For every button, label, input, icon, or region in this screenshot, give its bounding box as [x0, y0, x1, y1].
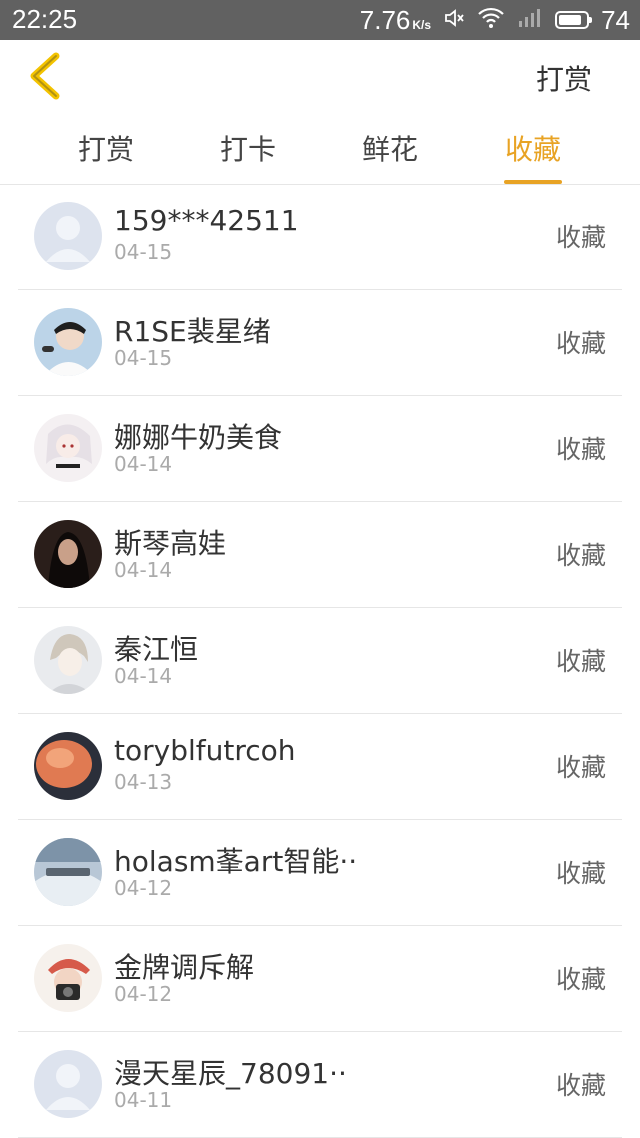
- avatar: [34, 1050, 102, 1118]
- item-date: 04-12: [114, 876, 173, 900]
- list-item[interactable]: 娜娜牛奶美食 04-14 收藏: [18, 396, 622, 502]
- user-name: R1SE裴星绪: [114, 315, 271, 348]
- item-date: 04-15: [114, 240, 173, 264]
- list-item[interactable]: R1SE裴星绪 04-15 收藏: [18, 290, 622, 396]
- item-action: 收藏: [555, 965, 606, 994]
- item-date: 04-11: [114, 1088, 173, 1112]
- tab-label: 收藏: [504, 133, 561, 166]
- avatar: [34, 838, 102, 906]
- list-item[interactable]: 秦江恒 04-14 收藏: [18, 608, 622, 714]
- avatar: [34, 626, 102, 694]
- item-action: 收藏: [555, 1071, 606, 1100]
- list-item[interactable]: 斯琴高娃 04-14 收藏: [18, 502, 622, 608]
- tab-label: 打赏: [77, 133, 134, 166]
- avatar: [34, 944, 102, 1012]
- status-time: 22:25: [12, 4, 78, 34]
- item-action: 收藏: [555, 647, 606, 676]
- battery-icon: [555, 11, 593, 29]
- user-name: holasm莑art智能··: [114, 845, 358, 878]
- item-date: 04-13: [114, 770, 173, 794]
- user-name: 159***42511: [114, 204, 299, 237]
- item-action: 收藏: [555, 753, 606, 782]
- avatar: [34, 308, 102, 376]
- item-date: 04-12: [114, 982, 173, 1006]
- avatar: [34, 732, 102, 800]
- item-date: 04-14: [114, 664, 173, 688]
- status-right: 7.76 K/s 74: [360, 4, 630, 36]
- item-action: 收藏: [555, 541, 606, 570]
- tab-flowers[interactable]: 鲜花: [340, 128, 440, 182]
- tab-checkin[interactable]: 打卡: [198, 128, 298, 182]
- user-name: 娜娜牛奶美食: [114, 421, 283, 454]
- status-bar: 22:25 7.76 K/s 74: [0, 0, 640, 40]
- list-item[interactable]: toryblfutrcoh 04-13 收藏: [18, 714, 622, 820]
- tab-label: 打卡: [219, 133, 276, 166]
- item-date: 04-15: [114, 346, 173, 370]
- tab-label: 鲜花: [361, 133, 418, 166]
- header-bar: 打赏: [0, 40, 640, 116]
- item-action: 收藏: [555, 329, 606, 358]
- list-item[interactable]: 金牌调斥解 04-12 收藏: [18, 926, 622, 1032]
- list-item[interactable]: 漫天星辰_78091·· 04-11 收藏: [18, 1032, 622, 1138]
- reward-link[interactable]: 打赏: [536, 58, 592, 98]
- wifi-icon: [477, 5, 505, 36]
- item-action: 收藏: [555, 223, 606, 252]
- network-speed-unit: K/s: [412, 17, 432, 32]
- favorites-list: 159***42511 04-15 收藏 R1SE裴星绪 04-15 收藏 娜娜…: [18, 184, 622, 1138]
- tab-bar: 打赏 打卡 鲜花 收藏: [0, 116, 640, 185]
- network-speed-value: 7.76: [359, 4, 411, 35]
- user-name: 斯琴高娃: [114, 527, 227, 560]
- list-item[interactable]: 159***42511 04-15 收藏: [18, 184, 622, 290]
- chevron-left-icon: [26, 52, 66, 104]
- item-date: 04-14: [114, 452, 173, 476]
- avatar: [34, 202, 102, 270]
- tab-reward[interactable]: 打赏: [56, 128, 156, 182]
- back-button[interactable]: [20, 52, 72, 104]
- avatar: [34, 414, 102, 482]
- tab-favorites[interactable]: 收藏: [483, 128, 583, 184]
- item-action: 收藏: [555, 435, 606, 464]
- user-name: 漫天星辰_78091··: [114, 1057, 347, 1090]
- battery-level: 74: [601, 4, 630, 35]
- user-name: 金牌调斥解: [114, 951, 255, 984]
- user-name: toryblfutrcoh: [114, 734, 296, 767]
- list-item[interactable]: holasm莑art智能·· 04-12 收藏: [18, 820, 622, 926]
- avatar: [34, 520, 102, 588]
- item-action: 收藏: [555, 859, 606, 888]
- signal-icon: [517, 5, 543, 36]
- mute-icon: [443, 5, 465, 36]
- user-name: 秦江恒: [114, 633, 199, 666]
- item-date: 04-14: [114, 558, 173, 582]
- network-speed: 7.76 K/s: [360, 5, 431, 36]
